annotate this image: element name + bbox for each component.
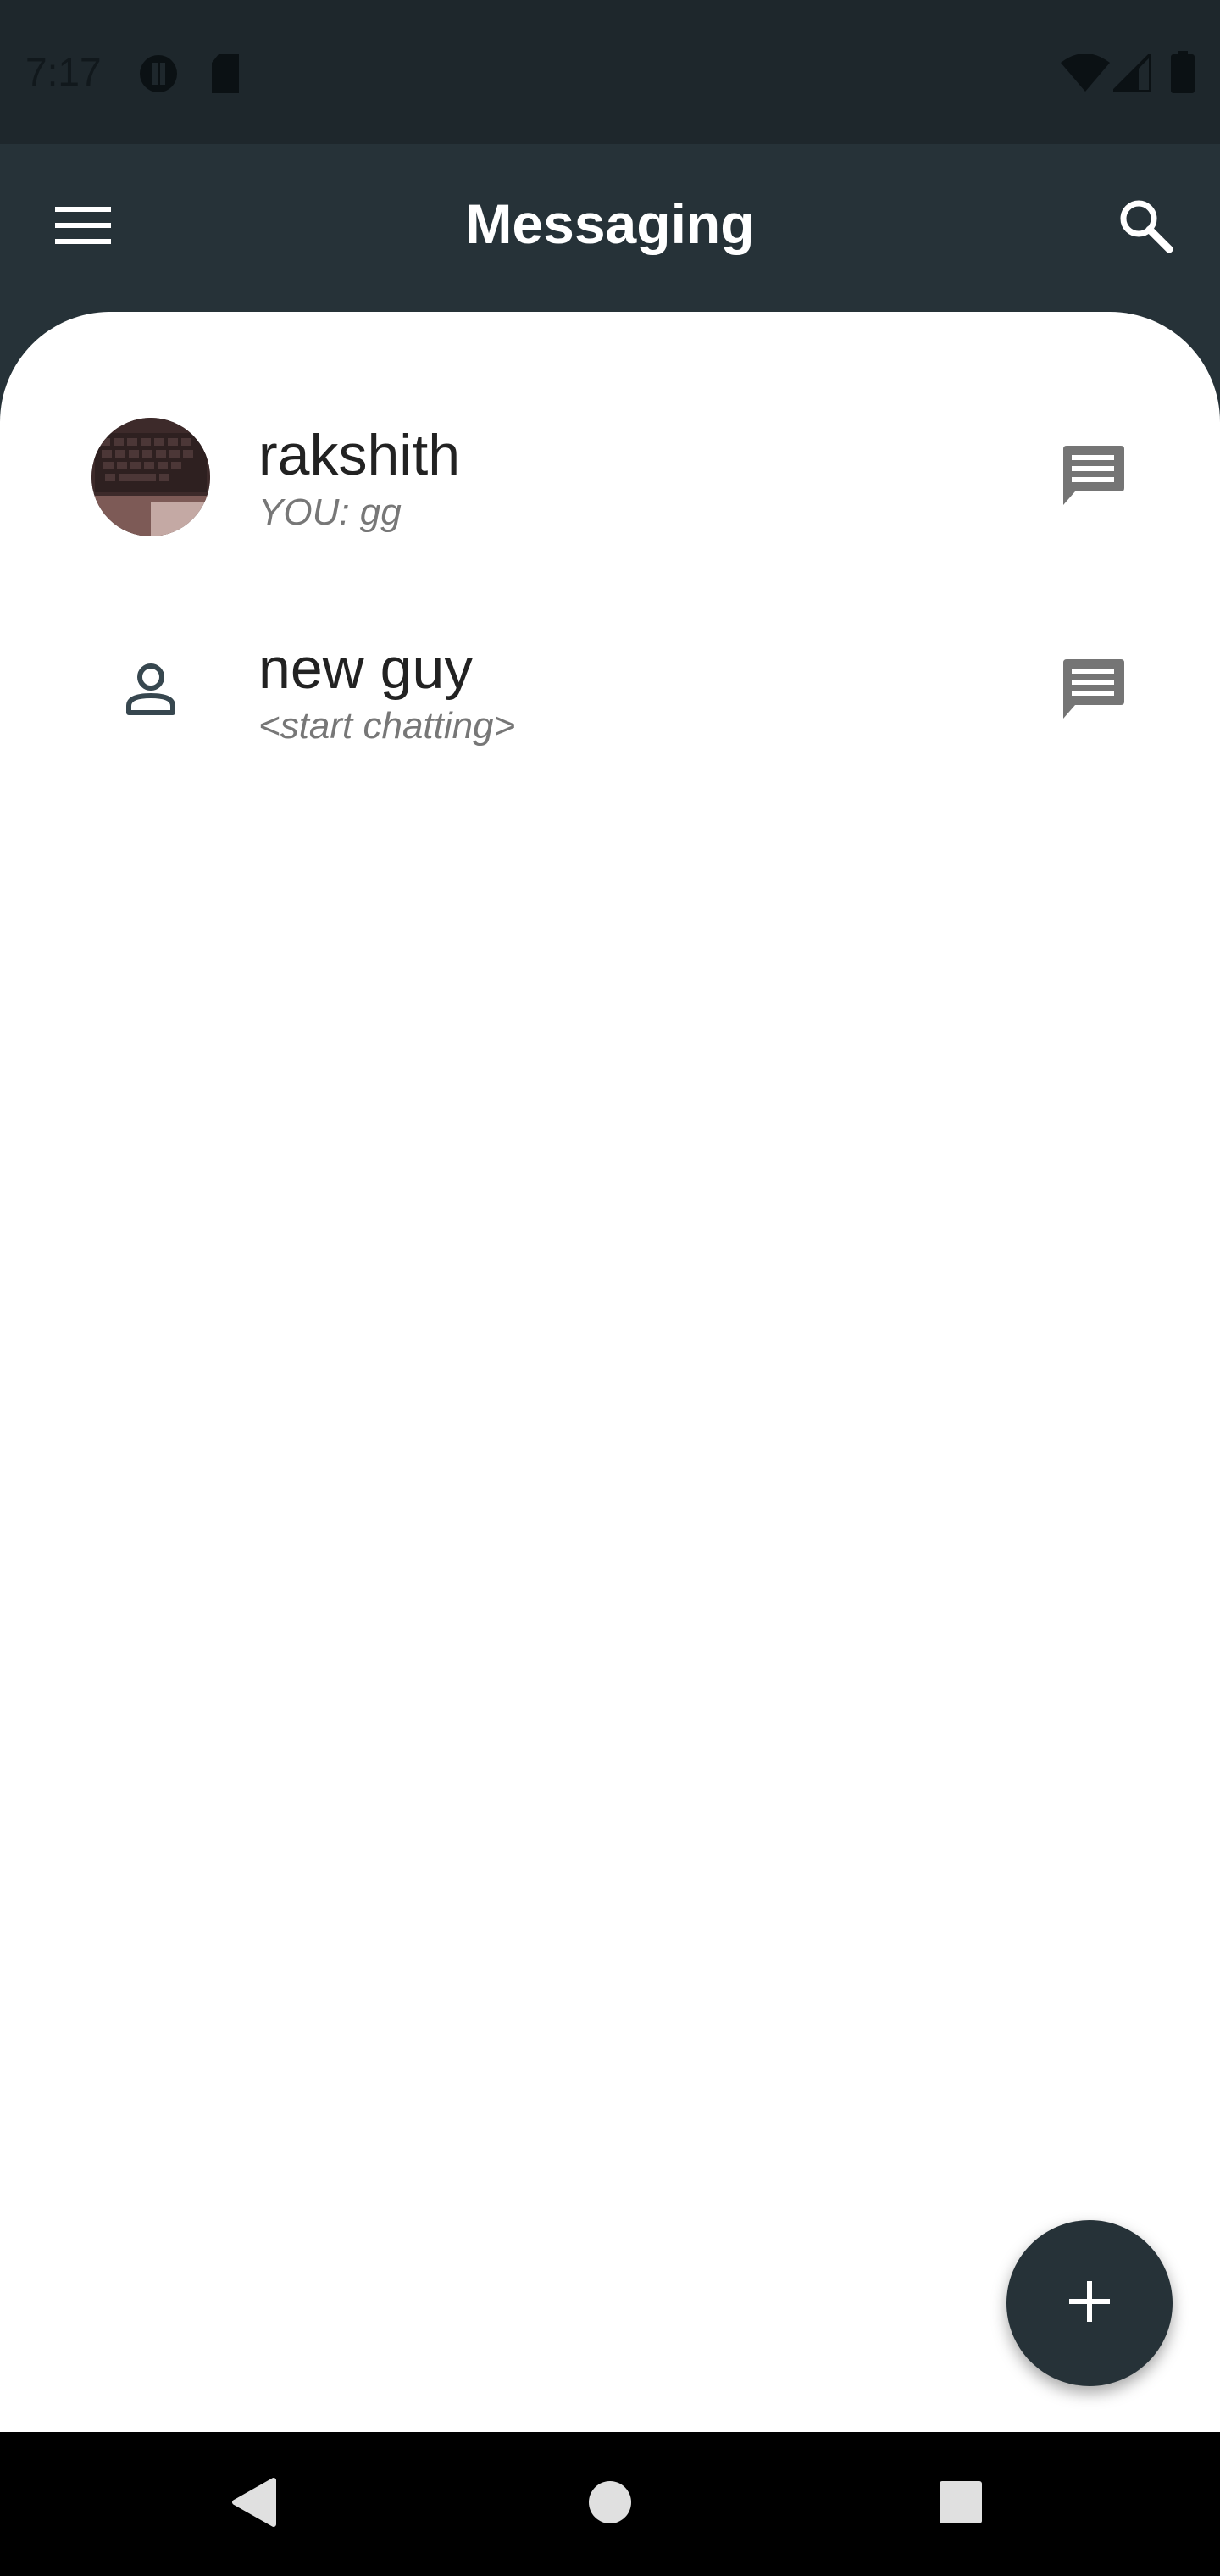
conversation-name: rakshith — [258, 423, 461, 487]
conversation-name: new guy — [258, 636, 474, 701]
conversation-item[interactable]: rakshith YOU: gg — [0, 414, 1220, 625]
avatar — [92, 631, 210, 750]
avatar — [92, 418, 210, 536]
battery-icon — [1171, 51, 1195, 97]
home-circle-icon — [587, 2479, 633, 2529]
add-icon — [1066, 2278, 1113, 2329]
status-bar: 7:17 — [0, 0, 1220, 144]
cell-signal-icon — [1109, 50, 1152, 96]
chat-bubble-icon — [1060, 658, 1126, 724]
conversation-preview: YOU: gg — [258, 491, 402, 533]
messaging-screen: 7:17 Messaging rakshith YOU: gg new guy … — [0, 0, 1220, 2576]
chat-bubble-icon — [1060, 444, 1126, 511]
search-icon — [1118, 198, 1173, 257]
conversation-preview: <start chatting> — [258, 705, 516, 747]
nav-recents-button[interactable] — [918, 2462, 1003, 2546]
nav-back-button[interactable] — [212, 2462, 297, 2546]
conversation-item[interactable]: new guy <start chatting> — [0, 627, 1220, 839]
search-button[interactable] — [1105, 186, 1186, 268]
open-chat-button[interactable] — [1055, 439, 1131, 515]
app-bar: Messaging — [0, 144, 1220, 314]
sd-card-icon — [208, 53, 242, 99]
new-conversation-button[interactable] — [1006, 2220, 1173, 2386]
system-nav-bar — [0, 2432, 1220, 2576]
nav-home-button[interactable] — [568, 2462, 652, 2546]
page-title: Messaging — [465, 192, 755, 255]
recents-square-icon — [938, 2479, 984, 2529]
privacy-indicator-icon — [137, 53, 180, 99]
conversation-list: rakshith YOU: gg new guy <start chatting… — [0, 312, 1220, 2432]
open-chat-button[interactable] — [1055, 652, 1131, 729]
person-icon — [125, 662, 176, 720]
status-time: 7:17 — [25, 50, 102, 94]
wifi-icon — [1061, 53, 1110, 96]
back-triangle-icon — [231, 2477, 277, 2532]
